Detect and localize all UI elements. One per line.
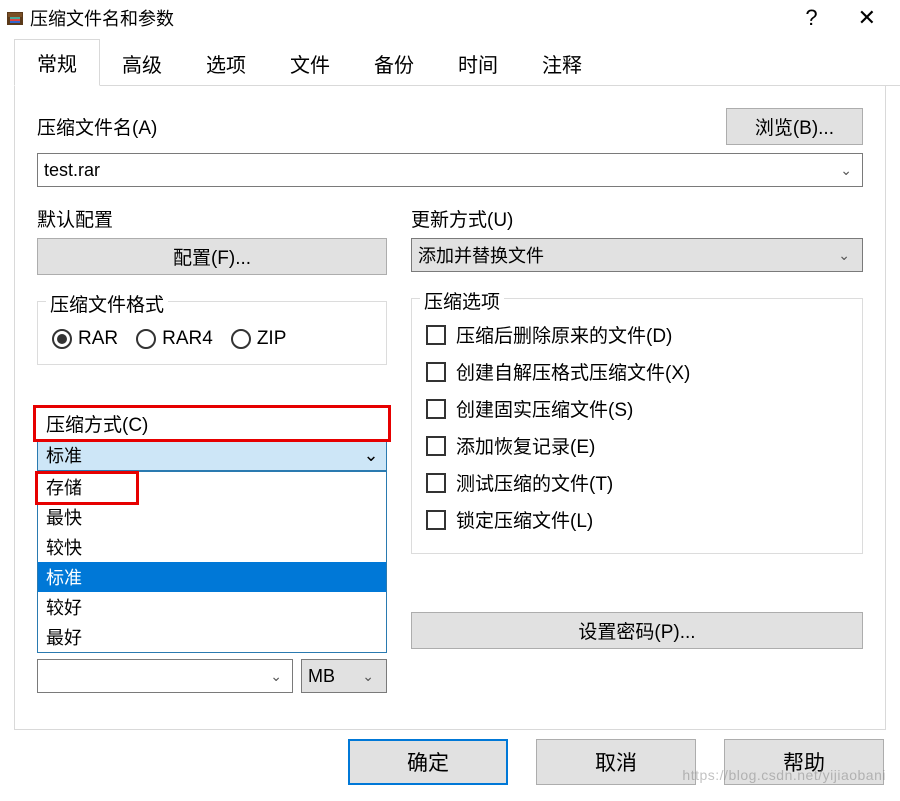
split-unit-combo[interactable]: MB ⌄ — [301, 659, 387, 693]
check-recovery[interactable]: 添加恢复记录(E) — [426, 432, 848, 459]
default-profile-label: 默认配置 — [37, 205, 387, 232]
update-mode-select[interactable]: 添加并替换文件 ⌄ — [411, 238, 863, 272]
radio-rar4[interactable]: RAR4 — [136, 328, 213, 350]
tab-files[interactable]: 文件 — [268, 41, 352, 86]
tab-comment[interactable]: 注释 — [520, 41, 604, 86]
ok-button[interactable]: 确定 — [348, 739, 508, 785]
options-legend: 压缩选项 — [420, 287, 504, 314]
filename-value: test.rar — [44, 160, 100, 181]
profile-button[interactable]: 配置(F)... — [37, 238, 387, 275]
browse-button[interactable]: 浏览(B)... — [726, 108, 863, 145]
check-lock[interactable]: 锁定压缩文件(L) — [426, 506, 848, 533]
set-password-button[interactable]: 设置密码(P)... — [411, 612, 863, 649]
update-mode-value: 添加并替换文件 — [418, 242, 544, 268]
check-sfx[interactable]: 创建自解压格式压缩文件(X) — [426, 358, 848, 385]
chevron-down-icon: ⌄ — [832, 247, 856, 264]
chevron-down-icon: ⌄ — [834, 162, 858, 179]
help-icon[interactable]: ? — [805, 7, 817, 29]
method-label: 压缩方式(C) — [46, 415, 148, 436]
radio-rar[interactable]: RAR — [52, 328, 118, 350]
chevron-down-icon: ⌄ — [356, 668, 380, 685]
check-solid[interactable]: 创建固实压缩文件(S) — [426, 395, 848, 422]
update-mode-label: 更新方式(U) — [411, 205, 863, 232]
method-selected: 标准 — [46, 442, 82, 468]
method-option-good[interactable]: 较好 — [38, 592, 386, 622]
check-test[interactable]: 测试压缩的文件(T) — [426, 469, 848, 496]
chevron-down-icon: ⌄ — [356, 440, 386, 470]
titlebar: 压缩文件名和参数 ? ✕ — [0, 0, 900, 36]
radio-zip[interactable]: ZIP — [231, 328, 287, 350]
window-title: 压缩文件名和参数 — [30, 5, 174, 31]
dialog-button-row: 确定 取消 帮助 — [348, 739, 884, 785]
check-delete-after[interactable]: 压缩后删除原来的文件(D) — [426, 321, 848, 348]
method-option-fast[interactable]: 较快 — [38, 532, 386, 562]
tab-content: 压缩文件名(A) 浏览(B)... test.rar ⌄ 默认配置 配置(F).… — [14, 86, 886, 730]
method-label-highlight: 压缩方式(C) — [33, 405, 391, 442]
format-legend: 压缩文件格式 — [46, 290, 168, 317]
close-icon[interactable]: ✕ — [858, 7, 876, 29]
tab-general[interactable]: 常规 — [14, 39, 100, 86]
method-option-store[interactable]: 存储 — [38, 472, 386, 502]
method-combo[interactable]: 标准 ⌄ — [37, 439, 387, 471]
method-option-best[interactable]: 最好 — [38, 622, 386, 652]
tab-strip: 常规 高级 选项 文件 备份 时间 注释 — [14, 46, 900, 86]
tab-time[interactable]: 时间 — [436, 41, 520, 86]
method-option-fastest[interactable]: 最快 — [38, 502, 386, 532]
filename-combo[interactable]: test.rar ⌄ — [37, 153, 863, 187]
chevron-down-icon: ⌄ — [264, 668, 288, 685]
method-dropdown-list: 存储 最快 较快 标准 较好 最好 — [37, 471, 387, 653]
winrar-icon — [6, 9, 24, 27]
split-unit-value: MB — [308, 666, 335, 687]
filename-label: 压缩文件名(A) — [37, 113, 157, 140]
tab-backup[interactable]: 备份 — [352, 41, 436, 86]
split-size-combo[interactable]: ⌄ — [37, 659, 293, 693]
tab-options[interactable]: 选项 — [184, 41, 268, 86]
help-button[interactable]: 帮助 — [724, 739, 884, 785]
tab-advanced[interactable]: 高级 — [100, 41, 184, 86]
method-option-normal[interactable]: 标准 — [38, 562, 386, 592]
cancel-button[interactable]: 取消 — [536, 739, 696, 785]
